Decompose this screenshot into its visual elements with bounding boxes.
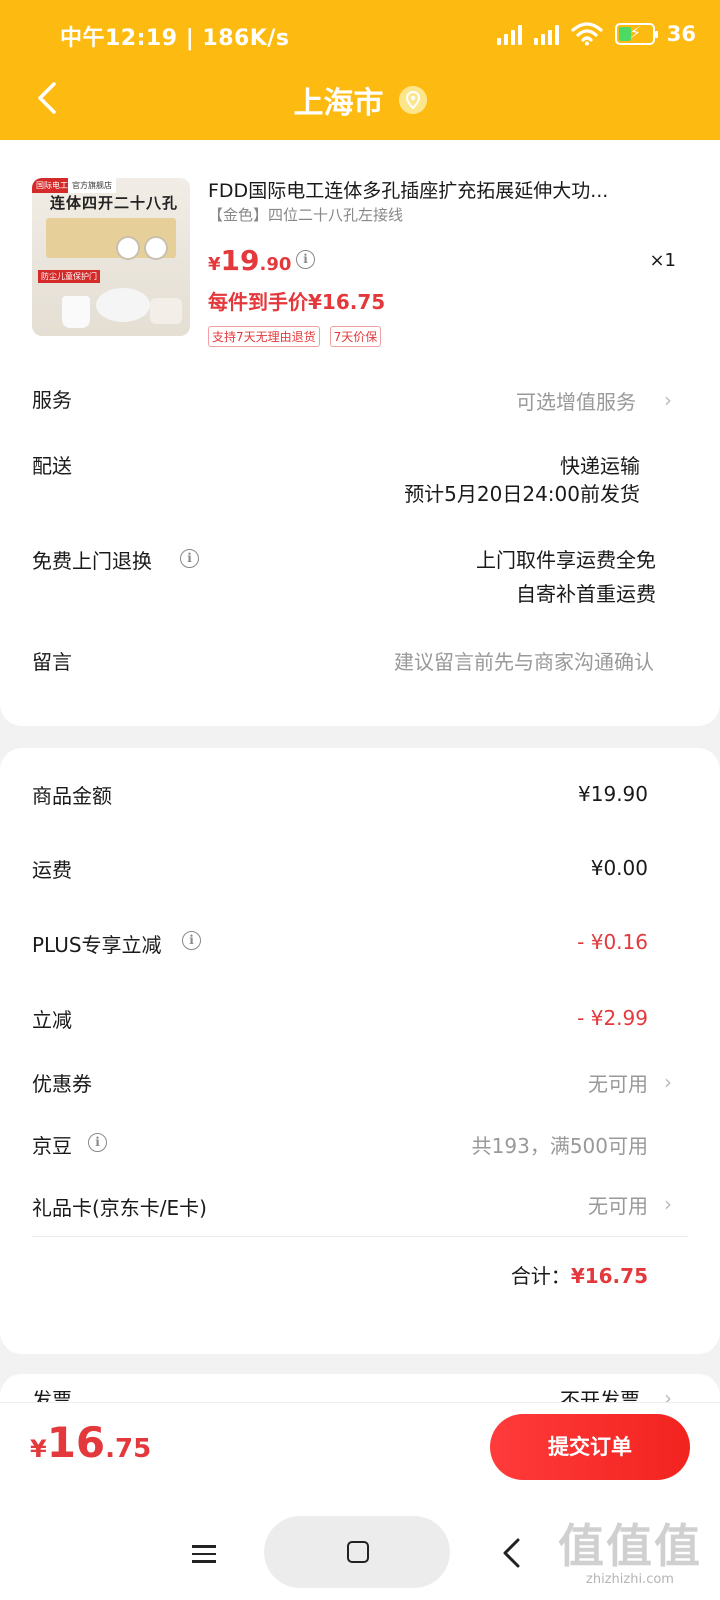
product-spec: 【金色】四位二十八孔左接线 [208, 206, 404, 224]
coupon-label: 优惠券 [32, 1072, 92, 1096]
price-info-icon[interactable]: i [296, 250, 315, 269]
goods-amount-label: 商品金额 [32, 784, 112, 808]
status-icons: ⚡ 36 [496, 18, 696, 50]
home-icon[interactable] [347, 1541, 369, 1563]
location-pin-icon[interactable] [398, 86, 427, 114]
free-return-line1: 上门取件享运费全免 [476, 548, 656, 572]
badge-return: 支持7天无理由退货 [208, 326, 320, 347]
jingdou-value: 共193，满500可用 [471, 1134, 648, 1158]
image-badge: 防尘儿童保护门 [38, 270, 100, 283]
watermark-logo: 值值值 [558, 1519, 702, 1573]
product-price: ¥19.90 [208, 244, 292, 277]
status-bar: 中午12:19 | 186K/s ⚡ 36 [0, 0, 720, 70]
delivery-eta: 预计5月20日24:00前发货 [404, 482, 640, 506]
signal-icon [496, 23, 522, 45]
message-label: 留言 [32, 650, 72, 674]
image-store-tag: 官方旗舰店 [68, 178, 116, 193]
watermark: 值值值 zhizhizhi.com [558, 1510, 702, 1587]
submit-order-button[interactable]: 提交订单 [490, 1414, 690, 1480]
jingdou-info-icon[interactable]: i [88, 1133, 107, 1152]
pricing-divider [32, 1236, 688, 1237]
hand-price: 每件到手价¥16.75 [208, 290, 386, 314]
order-total: ¥16.75 [30, 1418, 152, 1467]
instant-discount-label: 立减 [32, 1008, 72, 1032]
shipping-value: ¥0.00 [590, 856, 648, 880]
product-quantity: ×1 [649, 250, 676, 271]
free-return-line2: 自寄补首重运费 [516, 582, 656, 606]
header-bar: 中午12:19 | 186K/s ⚡ 36 上海市 [0, 0, 720, 140]
free-return-info-icon[interactable]: i [180, 549, 199, 568]
delivery-label: 配送 [32, 454, 72, 478]
service-chevron-icon[interactable]: › [664, 388, 672, 412]
delivery-method[interactable]: 快递运输 [560, 450, 640, 479]
free-return-label: 免费上门退换 [32, 549, 152, 573]
nav-back-icon[interactable] [500, 1536, 522, 1570]
image-brand-tag: 国际电工 [32, 178, 72, 193]
goods-amount-value: ¥19.90 [578, 782, 648, 806]
coupon-chevron-icon[interactable]: › [664, 1070, 672, 1094]
wifi-icon [571, 22, 603, 46]
giftcard-value[interactable]: 无可用 [588, 1190, 648, 1219]
battery-percent: 36 [666, 22, 696, 46]
message-input[interactable]: 建议留言前先与商家沟通确认 [394, 646, 654, 675]
product-image[interactable]: 国际电工 官方旗舰店 连体四开二十八孔 防尘儿童保护门 [32, 178, 190, 336]
service-badges: 支持7天无理由退货 7天价保 [208, 326, 382, 347]
coupon-value[interactable]: 无可用 [588, 1068, 648, 1097]
recent-apps-icon[interactable] [192, 1545, 216, 1563]
jingdou-label: 京豆 [32, 1134, 72, 1158]
city-name[interactable]: 上海市 [293, 86, 383, 121]
giftcard-label: 礼品卡(京东卡/E卡) [32, 1196, 207, 1220]
plus-discount-value: - ¥0.16 [577, 930, 648, 954]
badge-price-protect: 7天价保 [329, 326, 382, 347]
product-title[interactable]: FDD国际电工连体多孔插座扩充拓展延伸大功... [208, 176, 688, 203]
plus-info-icon[interactable]: i [182, 931, 201, 950]
subtotal-label: 合计： [510, 1264, 571, 1288]
service-value[interactable]: 可选增值服务 [516, 386, 636, 415]
subtotal-value: ¥16.75 [570, 1264, 648, 1288]
giftcard-chevron-icon[interactable]: › [664, 1192, 672, 1216]
instant-discount-value: - ¥2.99 [577, 1006, 648, 1030]
battery-icon: ⚡ [614, 23, 658, 45]
service-label: 服务 [32, 388, 72, 412]
plus-discount-label: PLUS专享立减 [32, 933, 162, 957]
image-title: 连体四开二十八孔 [50, 194, 179, 212]
location-selector[interactable]: 上海市 [0, 78, 720, 122]
shipping-label: 运费 [32, 858, 72, 882]
subtotal: 合计：¥16.75 [511, 1260, 648, 1289]
signal-icon-2 [533, 23, 559, 45]
status-time: 中午12:19 | 186K/s [60, 26, 290, 51]
